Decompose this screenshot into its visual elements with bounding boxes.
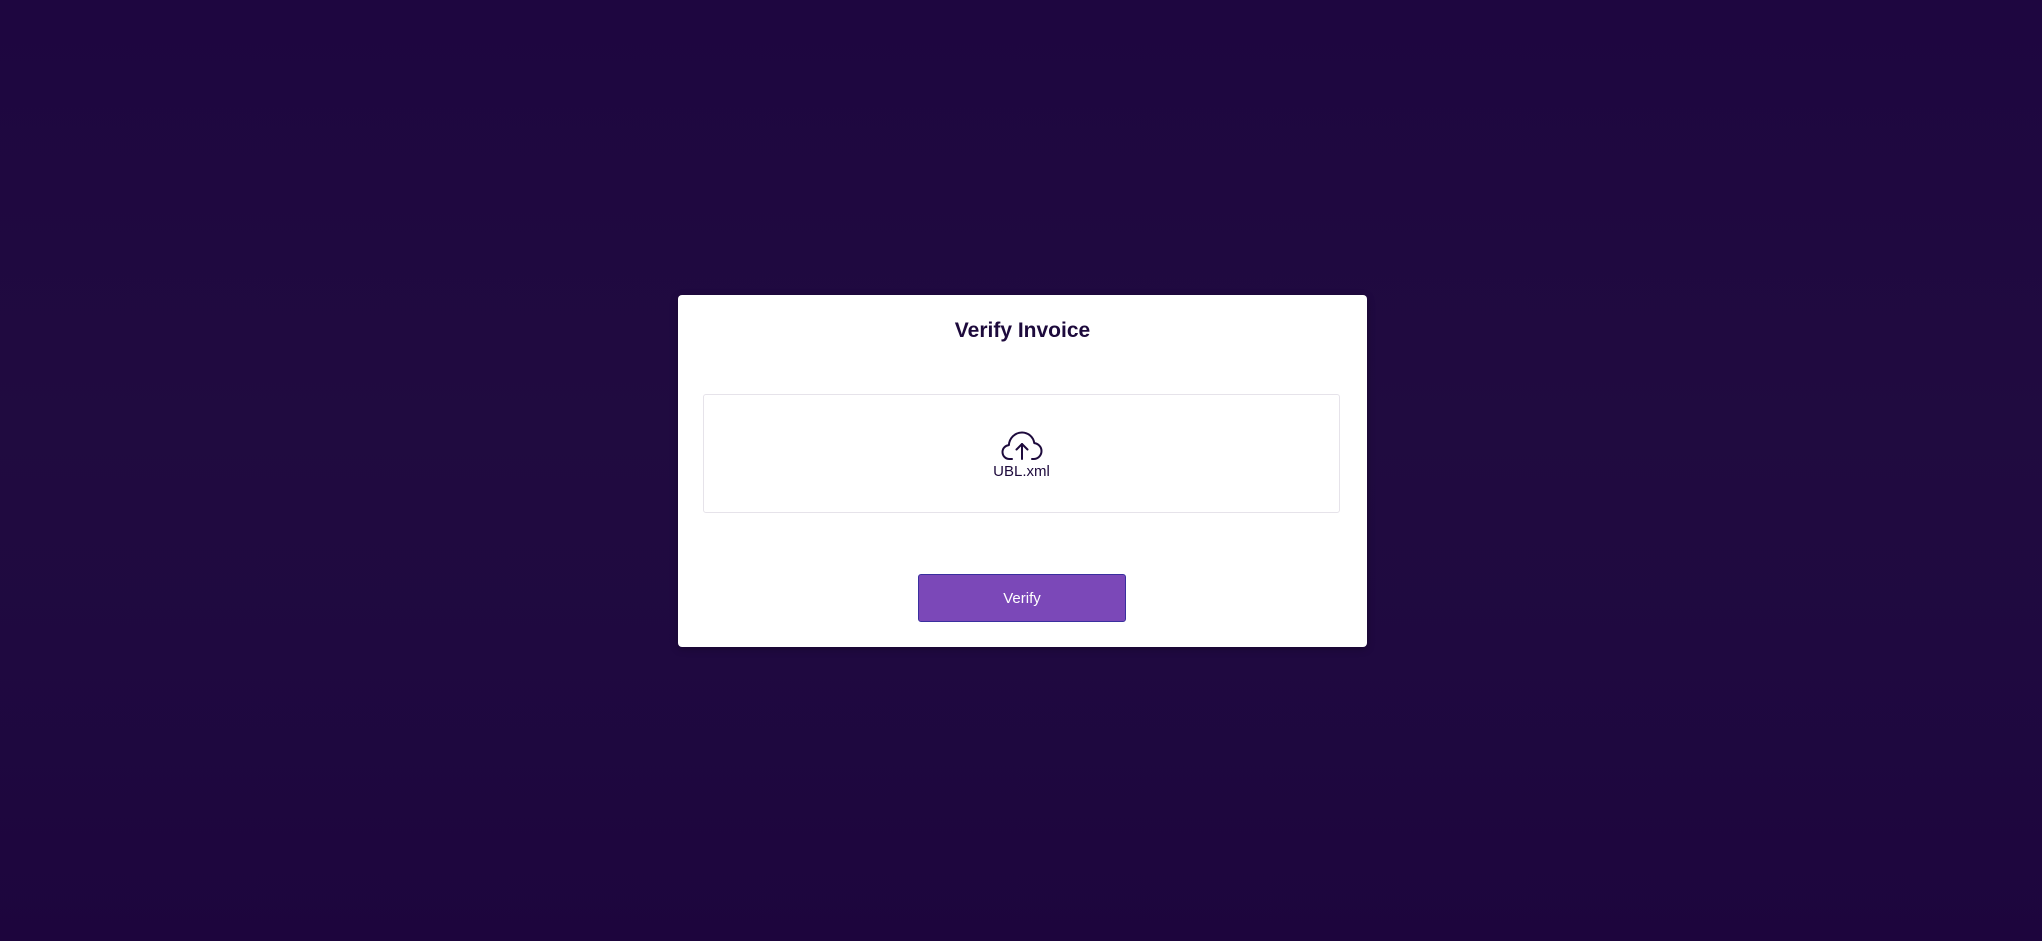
- verify-button[interactable]: Verify: [918, 574, 1126, 622]
- page-title: Verify Invoice: [954, 319, 1091, 342]
- file-dropzone[interactable]: UBL.xml: [703, 394, 1340, 513]
- selected-file-name: UBL.xml: [993, 463, 1050, 480]
- verify-invoice-card: Verify Invoice UBL.xml Verify: [678, 295, 1367, 647]
- cloud-upload-icon: [1001, 430, 1043, 462]
